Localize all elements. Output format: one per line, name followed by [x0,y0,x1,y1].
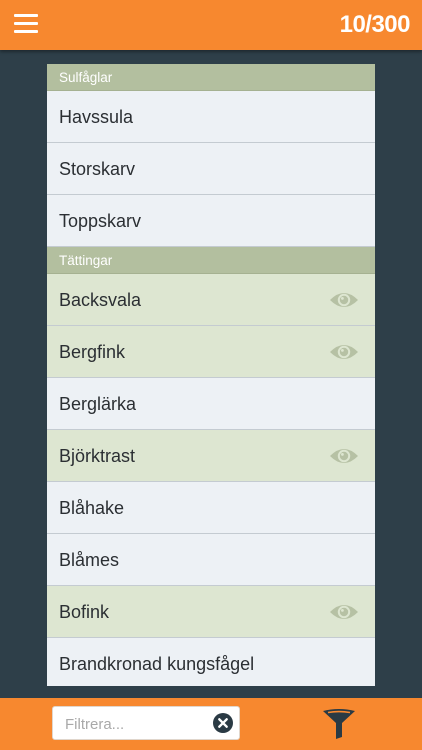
seen-counter: 10/300 [339,11,411,38]
species-row[interactable]: Björktrast [47,430,375,482]
species-name: Blåmes [59,550,120,570]
hamburger-menu-icon[interactable] [14,14,38,36]
species-row[interactable]: Havssula [47,91,375,143]
species-name: Brandkronad kungsfågel [59,654,255,674]
species-list[interactable]: Sulfåglar Havssula Storskarv Toppskarv Tätti… [47,64,375,686]
species-name: Backsvala [59,290,142,310]
app-screen: 10/300 Sulfåglar Havssula Storskarv Toppska… [0,0,422,750]
species-name: Björktrast [59,446,136,466]
species-row[interactable]: Brandkronad kungsfågel [47,638,375,686]
species-row[interactable]: Berglärka [47,378,375,430]
filter-input[interactable] [63,707,215,741]
seen-eye-icon [330,449,358,463]
species-row[interactable]: Toppskarv [47,195,375,247]
seen-eye-icon [330,345,358,359]
species-name: Bofink [59,602,110,622]
funnel-icon[interactable] [322,708,356,740]
top-bar: 10/300 [0,0,422,50]
species-name: Storskarv [59,159,136,179]
species-row[interactable]: Bergfink [47,326,375,378]
species-row[interactable]: Bofink [47,586,375,638]
species-row[interactable]: Blåmes [47,534,375,586]
species-name: Blåhake [59,498,125,518]
section-header: Tättingar [47,247,375,274]
seen-eye-icon [330,605,358,619]
species-row[interactable]: Storskarv [47,143,375,195]
species-name: Bergfink [59,342,126,362]
filter-field [52,706,240,741]
section-header: Sulfåglar [47,64,375,91]
clear-circle-icon[interactable] [213,713,233,733]
seen-eye-icon [330,293,358,307]
species-row[interactable]: Blåhake [47,482,375,534]
species-name: Toppskarv [59,211,142,231]
bottom-bar [0,698,422,750]
species-row[interactable]: Backsvala [47,274,375,326]
species-name: Berglärka [59,394,137,414]
species-name: Havssula [59,107,134,127]
